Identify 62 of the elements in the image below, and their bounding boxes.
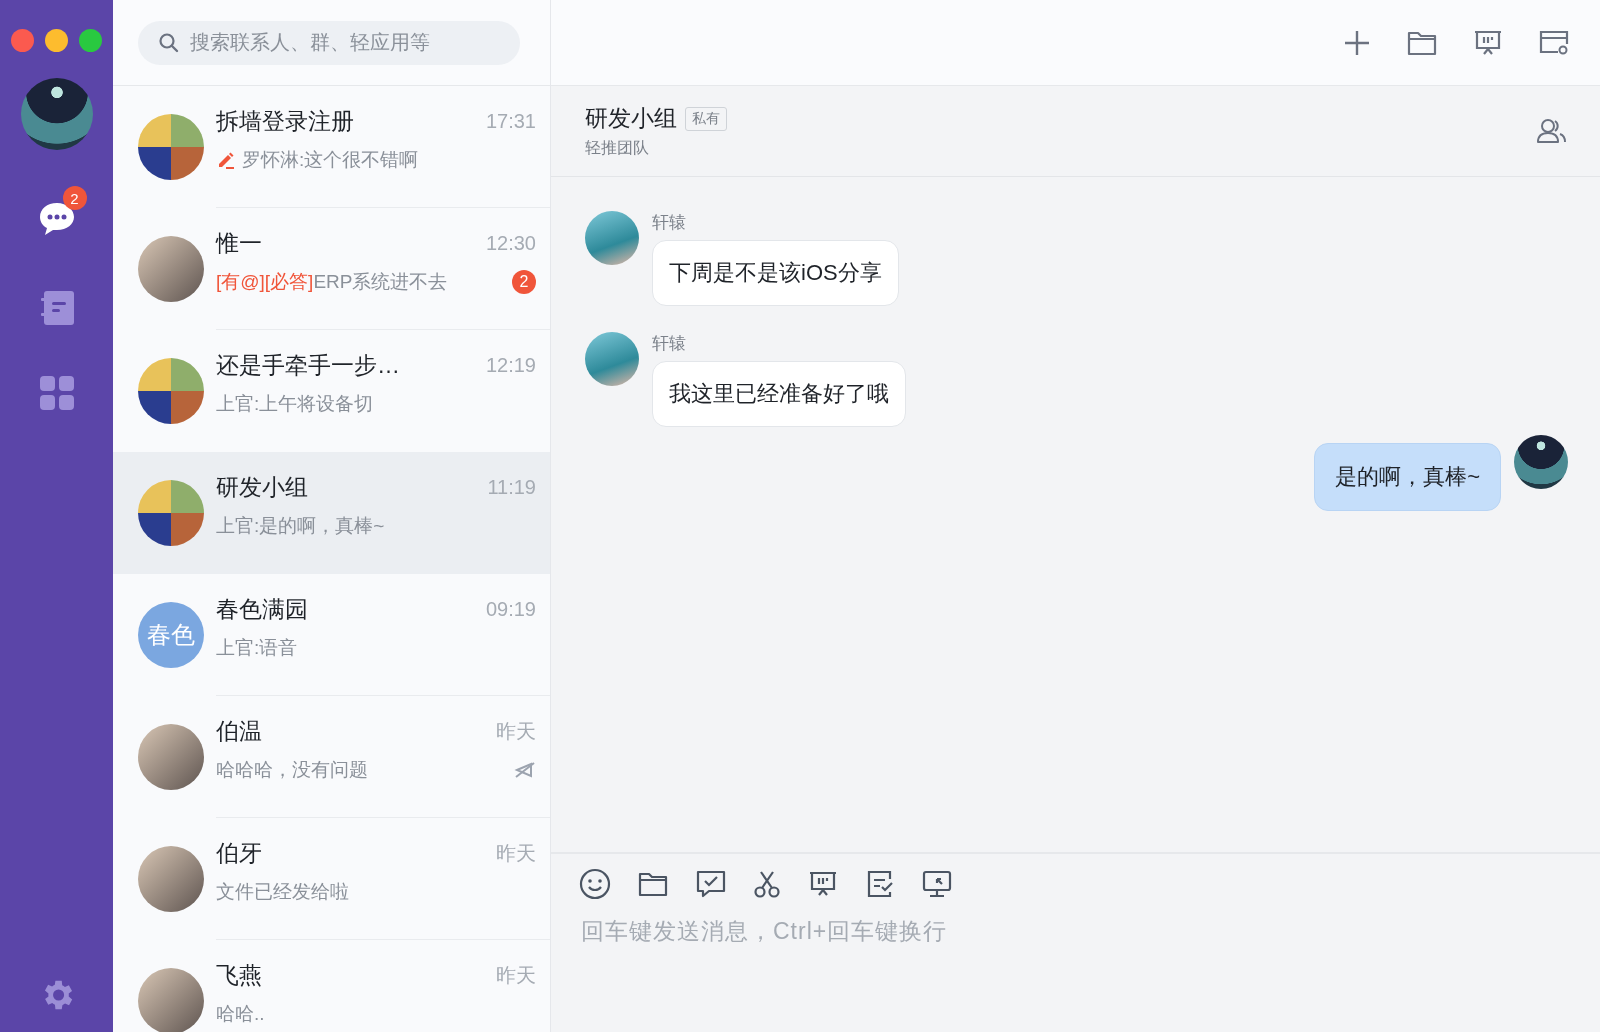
conversation-name: 伯牙 bbox=[216, 839, 262, 868]
conversation-item[interactable]: 惟一 12:30 [有@][必答]ERP系统进不去 2 bbox=[113, 208, 550, 330]
message-input[interactable]: 回车键发送消息，Ctrl+回车键换行 bbox=[579, 914, 1572, 968]
message-preview: 罗怀淋:这个很不错啊 bbox=[242, 148, 419, 172]
minimize-window-button[interactable] bbox=[45, 29, 68, 52]
conversation-item[interactable]: 春色 春色满园 09:19 上官:语音 bbox=[113, 574, 550, 696]
members-icon[interactable] bbox=[1536, 117, 1568, 145]
folder-icon[interactable] bbox=[637, 870, 669, 898]
search-field[interactable]: 搜索联系人、群、轻应用等 bbox=[138, 20, 520, 65]
close-window-button[interactable] bbox=[11, 29, 34, 52]
message-preview: ERP系统进不去 bbox=[313, 270, 448, 294]
conversation-name: 拆墙登录注册 bbox=[216, 107, 354, 136]
conversation-name: 春色满园 bbox=[216, 595, 308, 624]
conversation-time: 17:31 bbox=[485, 110, 536, 133]
conversation-item[interactable]: 飞燕 昨天 哈哈.. bbox=[113, 940, 550, 1032]
sender-name: 轩辕 bbox=[652, 212, 687, 234]
chat-check-icon[interactable] bbox=[695, 869, 727, 899]
conversation-time: 09:19 bbox=[485, 598, 536, 621]
message-bubble: 我这里已经准备好了哦 bbox=[652, 361, 906, 427]
chat-subtitle: 轻推团队 bbox=[585, 138, 650, 158]
message-preview: 哈哈.. bbox=[216, 1002, 265, 1026]
avatar: 春色 bbox=[138, 602, 204, 668]
conversation-item[interactable]: 研发小组 11:19 上官:是的啊，真棒~ bbox=[113, 452, 550, 574]
grid-icon bbox=[39, 376, 74, 410]
conversation-time: 12:30 bbox=[485, 232, 536, 255]
avatar bbox=[585, 211, 639, 265]
privacy-tag: 私有 bbox=[685, 106, 727, 131]
avatar bbox=[585, 332, 639, 386]
conversation-name: 飞燕 bbox=[216, 961, 262, 990]
scissors-icon[interactable] bbox=[753, 869, 781, 899]
conversation-time: 12:19 bbox=[485, 354, 536, 377]
message-preview: 文件已经发给啦 bbox=[216, 880, 349, 904]
conversation-time: 11:19 bbox=[487, 476, 536, 499]
message-bubble: 下周是不是该iOS分享 bbox=[652, 240, 899, 306]
message-preview: 上官:是的啊，真棒~ bbox=[216, 514, 385, 538]
conversation-item[interactable]: 拆墙登录注册 17:31 罗怀淋:这个很不错啊 bbox=[113, 86, 550, 208]
avatar bbox=[1514, 435, 1568, 489]
unread-badge: 2 bbox=[512, 270, 536, 294]
search-icon bbox=[158, 31, 180, 54]
maximize-window-button[interactable] bbox=[79, 29, 102, 52]
mention-tag: [有@][必答] bbox=[216, 269, 314, 295]
message-preview: 上官:上午将设备切 bbox=[216, 392, 374, 416]
smiley-icon[interactable] bbox=[579, 868, 611, 900]
sender-name: 轩辕 bbox=[652, 333, 687, 355]
conversation-name: 研发小组 bbox=[216, 473, 308, 502]
avatar bbox=[138, 968, 204, 1032]
conversation-item[interactable]: 伯牙 昨天 文件已经发给啦 bbox=[113, 818, 550, 940]
conversation-item[interactable]: 伯温 昨天 哈哈哈，没有问题 bbox=[113, 696, 550, 818]
message-preview: 哈哈哈，没有问题 bbox=[216, 758, 368, 782]
conversation-item[interactable]: 还是手牵手一步… 12:19 上官:上午将设备切 bbox=[113, 330, 550, 452]
checklist-icon[interactable] bbox=[865, 869, 895, 899]
chat-title: 研发小组 bbox=[585, 104, 677, 133]
conversation-name: 还是手牵手一步… bbox=[216, 351, 400, 380]
conversation-name: 伯温 bbox=[216, 717, 262, 746]
unread-badge: 2 bbox=[62, 186, 87, 210]
message-preview: 上官:语音 bbox=[216, 636, 298, 660]
conversation-time: 昨天 bbox=[496, 963, 536, 988]
message-bubble: 是的啊，真棒~ bbox=[1314, 443, 1501, 511]
conversation-time: 昨天 bbox=[496, 719, 536, 744]
conversation-time: 昨天 bbox=[496, 841, 536, 866]
conversation-name: 惟一 bbox=[216, 229, 262, 258]
screen-share-icon[interactable] bbox=[921, 869, 953, 899]
